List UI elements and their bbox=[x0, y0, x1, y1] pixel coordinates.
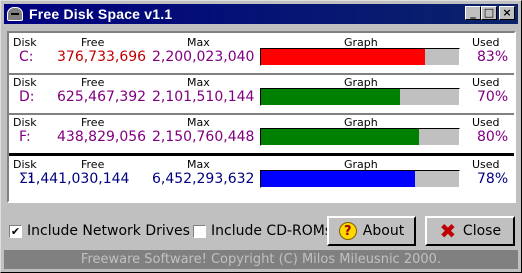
free-value: 625,467,392 bbox=[57, 89, 147, 105]
free-value: 376,733,696 bbox=[57, 49, 147, 65]
used-percent: 83% bbox=[477, 49, 509, 65]
usage-bar-fill bbox=[261, 171, 415, 187]
title-bar-buttons: _ □ × bbox=[465, 6, 515, 20]
usage-bar bbox=[260, 48, 460, 66]
title-bar[interactable]: Free Disk Space v1.1 _ □ × bbox=[4, 4, 518, 24]
max-value: 2,150,760,448 bbox=[152, 129, 255, 145]
disk-letter: F: bbox=[19, 129, 31, 145]
close-button-label: Close bbox=[462, 223, 502, 239]
disk-header: Disk bbox=[13, 158, 37, 171]
used-header: Used bbox=[472, 158, 500, 171]
status-text: Freeware Software! Copyright (C) Milos M… bbox=[80, 252, 442, 267]
drive-row: Disk Free Max Graph Used F: 438,829,056 … bbox=[9, 113, 514, 156]
drives-panel: Disk Free Max Graph Used C: 376,733,696 … bbox=[7, 31, 516, 203]
close-window-button[interactable]: × bbox=[499, 6, 515, 20]
drive-row: Disk Free Max Graph Used Σ: 1,441,030,14… bbox=[9, 155, 514, 195]
include-network-drives-label: Include Network Drives bbox=[27, 223, 190, 239]
include-network-drives-checkbox[interactable]: ✔ Include Network Drives bbox=[9, 223, 190, 239]
max-header: Max bbox=[187, 36, 210, 49]
checkbox-unchecked-icon[interactable] bbox=[193, 224, 206, 238]
free-header: Free bbox=[81, 76, 105, 89]
about-button-label: About bbox=[362, 223, 405, 239]
checkbox-checked-icon[interactable]: ✔ bbox=[9, 224, 22, 238]
max-header: Max bbox=[187, 76, 210, 89]
used-header: Used bbox=[472, 76, 500, 89]
disk-header: Disk bbox=[13, 116, 37, 129]
app-window: Free Disk Space v1.1 _ □ × Disk Free Max… bbox=[0, 0, 522, 273]
help-question-icon: ? bbox=[338, 222, 357, 240]
drive-row: Disk Free Max Graph Used D: 625,467,392 … bbox=[9, 73, 514, 115]
disk-header: Disk bbox=[13, 36, 37, 49]
include-cdroms-checkbox[interactable]: Include CD-ROMs bbox=[193, 223, 332, 239]
used-percent: 78% bbox=[477, 171, 509, 187]
used-header: Used bbox=[472, 116, 500, 129]
free-header: Free bbox=[81, 158, 105, 171]
max-value: 6,452,293,632 bbox=[152, 171, 255, 187]
used-percent: 70% bbox=[477, 89, 509, 105]
usage-bar-fill bbox=[261, 89, 400, 105]
max-value: 2,101,510,144 bbox=[152, 89, 255, 105]
usage-bar-fill bbox=[261, 49, 425, 65]
max-header: Max bbox=[187, 116, 210, 129]
used-percent: 80% bbox=[477, 129, 509, 145]
free-header: Free bbox=[81, 116, 105, 129]
maximize-button[interactable]: □ bbox=[481, 6, 497, 20]
free-value: 438,829,056 bbox=[57, 129, 147, 145]
disk-letter: C: bbox=[19, 49, 34, 65]
usage-bar bbox=[260, 128, 460, 146]
window-title: Free Disk Space v1.1 bbox=[29, 6, 173, 22]
usage-bar bbox=[260, 88, 460, 106]
status-bar: Freeware Software! Copyright (C) Milos M… bbox=[4, 250, 518, 269]
usage-bar bbox=[260, 170, 460, 188]
about-button[interactable]: ? About bbox=[327, 216, 416, 246]
disk-app-icon bbox=[7, 7, 23, 21]
free-value: 1,441,030,144 bbox=[27, 171, 130, 187]
usage-bar-fill bbox=[261, 129, 419, 145]
drive-row: Disk Free Max Graph Used C: 376,733,696 … bbox=[9, 33, 514, 75]
include-cdroms-label: Include CD-ROMs bbox=[211, 223, 333, 239]
used-header: Used bbox=[472, 36, 500, 49]
max-value: 2,200,023,040 bbox=[152, 49, 255, 65]
minimize-button[interactable]: _ bbox=[465, 6, 481, 20]
free-header: Free bbox=[81, 36, 105, 49]
close-button[interactable]: ✖ Close bbox=[425, 216, 515, 246]
disk-letter: D: bbox=[19, 89, 35, 105]
disk-header: Disk bbox=[13, 76, 37, 89]
max-header: Max bbox=[187, 158, 210, 171]
red-x-icon: ✖ bbox=[439, 219, 457, 243]
options-bar: ✔ Include Network Drives Include CD-ROMs… bbox=[1, 211, 521, 251]
